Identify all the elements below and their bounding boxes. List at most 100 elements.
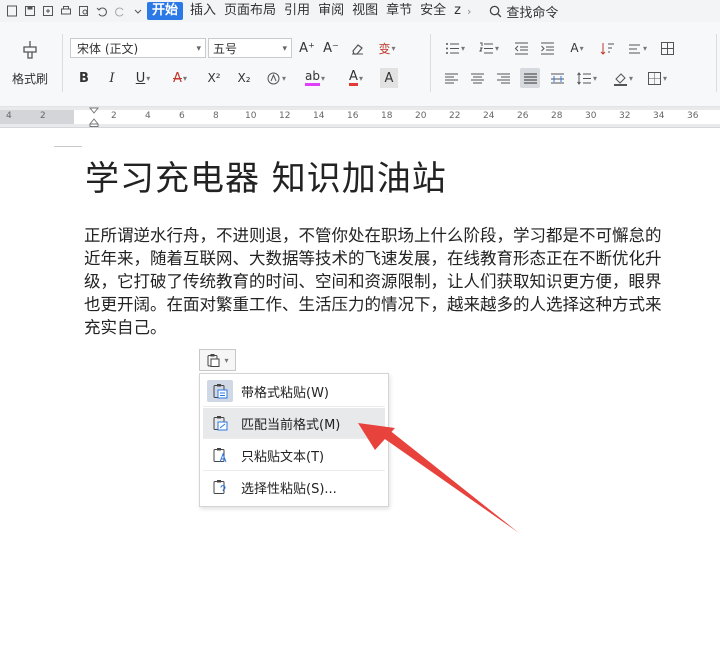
save-icon[interactable]	[24, 5, 36, 17]
paste-match-format-label: 匹配当前格式(M)	[241, 417, 341, 433]
chevron-down-icon: ▾	[358, 73, 363, 83]
strikethrough-button[interactable]: A ▾	[166, 68, 194, 88]
text-effect-icon	[267, 72, 280, 84]
paste-options-button[interactable]: ▾	[199, 349, 236, 371]
change-case-label: A	[570, 41, 579, 55]
sort-button[interactable]	[598, 38, 616, 58]
undo-icon[interactable]	[96, 5, 108, 17]
italic-button[interactable]: I	[104, 68, 120, 88]
numbering-button[interactable]: ▾	[476, 38, 502, 58]
bold-button[interactable]: B	[76, 68, 92, 88]
chevron-down-icon: ▾	[642, 43, 647, 53]
customize-toolbar-icon[interactable]	[132, 5, 144, 17]
font-color-button[interactable]: A ▾	[342, 68, 370, 88]
format-painter-button[interactable]: 格式刷	[4, 32, 56, 94]
character-shading-button[interactable]: A	[380, 68, 398, 88]
decrease-indent-button[interactable]	[512, 38, 530, 58]
text-effect-button[interactable]: ▾	[262, 68, 290, 88]
ruler-tick-label: 32	[619, 111, 631, 121]
underline-label: U	[135, 70, 146, 86]
table-button[interactable]	[658, 38, 676, 58]
distributed-icon	[550, 73, 564, 83]
tabs-more-chevron[interactable]: ›	[467, 5, 471, 18]
document-body[interactable]: 正所谓逆水行舟，不进则退，不管你处在职场上什么阶段，学习都是不可懈怠的 近年来，…	[84, 224, 720, 339]
tab-home[interactable]: 开始	[147, 2, 184, 20]
superscript-button[interactable]: X²	[204, 68, 224, 88]
tab-references[interactable]: 引用	[280, 0, 314, 22]
paste-text-only-item[interactable]: 只粘贴文本(T)	[203, 440, 385, 471]
borders-button[interactable]: ▾	[644, 68, 670, 88]
font-color-label: A	[349, 69, 358, 86]
ruler-tick-label: 20	[415, 111, 427, 121]
search-command[interactable]: 查找命令	[489, 2, 558, 21]
align-left-button[interactable]	[442, 68, 460, 88]
chevron-down-icon: ▾	[224, 355, 229, 365]
export-pdf-icon[interactable]	[42, 5, 54, 17]
font-size-value: 五号	[213, 42, 238, 56]
chevron-down-icon: ▾	[146, 73, 151, 83]
horizontal-ruler[interactable]: 4 2 2 4 6 8 10 12 14 16 18 20 22 24 26 2…	[0, 107, 720, 128]
eraser-icon	[351, 43, 363, 55]
paste-text-only-label: 只粘贴文本(T)	[241, 449, 325, 465]
paragraph-mark-icon	[628, 44, 640, 53]
borders-icon	[647, 71, 661, 85]
underline-button[interactable]: U ▾	[130, 68, 156, 88]
justify-button[interactable]	[520, 68, 540, 88]
paste-text-only-icon	[207, 444, 233, 466]
print-icon[interactable]	[60, 5, 72, 17]
paste-special-label: 选择性粘贴(S)...	[241, 482, 337, 497]
tab-security[interactable]: 安全	[416, 0, 450, 22]
ruler-tick-label: 2	[40, 111, 46, 121]
tab-page-layout[interactable]: 页面布局	[220, 0, 280, 22]
font-size-select[interactable]: 五号 ▾	[208, 38, 292, 58]
new-doc-icon[interactable]	[6, 5, 18, 17]
subscript-button[interactable]: X₂	[234, 68, 254, 88]
pinyin-guide-button[interactable]: 变 ▾	[372, 38, 402, 58]
align-center-button[interactable]	[468, 68, 486, 88]
ruler-tick-label: 26	[517, 111, 529, 121]
paste-keep-format-item[interactable]: 带格式粘贴(W)	[203, 376, 385, 407]
line-spacing-button[interactable]: ▾	[574, 68, 600, 88]
clear-format-button[interactable]	[346, 38, 368, 58]
ruler-tick-label: 2	[111, 111, 117, 121]
indent-marker-icon[interactable]	[89, 107, 99, 127]
ruler-tick-label: 24	[483, 111, 495, 121]
chevron-down-icon: ▾	[391, 43, 396, 53]
shrink-font-button[interactable]: A⁻	[322, 38, 340, 58]
ribbon-divider	[716, 34, 717, 92]
print-preview-icon[interactable]	[78, 5, 90, 17]
ribbon-home: 格式刷 宋体 (正文) ▾ 五号 ▾ A⁺ A⁻ 变 ▾ B I U ▾ A ▾ X²…	[0, 22, 720, 107]
font-name-select[interactable]: 宋体 (正文) ▾	[70, 38, 206, 58]
change-case-button[interactable]: A ▾	[564, 38, 590, 58]
paste-match-format-item[interactable]: 匹配当前格式(M)	[203, 408, 385, 439]
format-painter-label: 格式刷	[11, 72, 48, 86]
line-spacing-icon	[577, 71, 591, 85]
tab-insert[interactable]: 插入	[186, 0, 220, 22]
body-line: 近年来，随着互联网、大数据等技术的飞速发展，在线教育形态正在不断优化升	[84, 249, 662, 268]
pinyin-label: 变	[378, 41, 391, 56]
shading-button[interactable]: ▾	[610, 68, 636, 88]
increase-indent-button[interactable]	[538, 38, 556, 58]
paste-special-item[interactable]: 选择性粘贴(S)...	[203, 472, 385, 503]
redo-icon[interactable]	[114, 5, 126, 17]
outdent-icon	[514, 42, 528, 54]
tab-review[interactable]: 审阅	[314, 0, 348, 22]
ruler-tick-label: 4	[145, 111, 151, 121]
ruler-tick-label: 28	[551, 111, 563, 121]
highlight-label: ab	[305, 70, 320, 86]
grow-font-button[interactable]: A⁺	[298, 38, 316, 58]
paint-bucket-icon	[613, 72, 627, 86]
ruler-tick-label: 30	[585, 111, 597, 121]
chevron-down-icon: ▾	[282, 44, 287, 54]
tab-more[interactable]: z	[450, 0, 465, 22]
paste-keep-format-label: 带格式粘贴(W)	[241, 385, 329, 401]
distributed-align-button[interactable]	[548, 68, 566, 88]
highlight-button[interactable]: ab ▾	[300, 68, 330, 88]
align-right-button[interactable]	[494, 68, 512, 88]
show-hide-marks-button[interactable]: ▾	[624, 38, 650, 58]
ruler-tick-label: 10	[245, 111, 257, 121]
tab-view[interactable]: 视图	[348, 0, 382, 22]
document-title[interactable]: 学习充电器 知识加油站	[85, 151, 447, 200]
tab-chapter[interactable]: 章节	[382, 0, 416, 22]
bullets-button[interactable]: ▾	[442, 38, 468, 58]
